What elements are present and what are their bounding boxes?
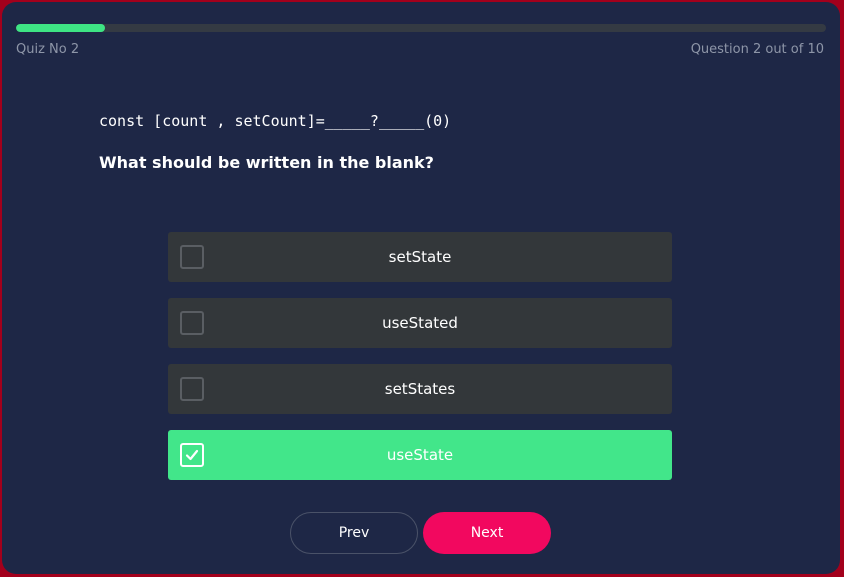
progress-bar — [16, 24, 826, 32]
question-code: const [count , setCount]=_____?_____(0) — [99, 112, 452, 130]
option-1[interactable]: setState — [168, 232, 672, 282]
option-2[interactable]: useStated — [168, 298, 672, 348]
progress-fill — [16, 24, 106, 32]
next-button[interactable]: Next — [423, 512, 551, 554]
option-label: useState — [386, 446, 454, 464]
option-label: setStates — [384, 380, 456, 398]
question-prompt: What should be written in the blank? — [99, 153, 434, 172]
quiz-name: Quiz No 2 — [16, 42, 80, 57]
option-label: useStated — [382, 314, 458, 332]
question-counter: Question 2 out of 10 — [690, 42, 824, 57]
answer-options: setState useStated setStates useState — [168, 232, 672, 496]
prev-button[interactable]: Prev — [290, 512, 418, 554]
option-3[interactable]: setStates — [168, 364, 672, 414]
option-4[interactable]: useState — [168, 430, 672, 480]
quiz-card: Quiz No 2 Question 2 out of 10 const [co… — [2, 2, 840, 574]
option-label: setState — [388, 248, 452, 266]
